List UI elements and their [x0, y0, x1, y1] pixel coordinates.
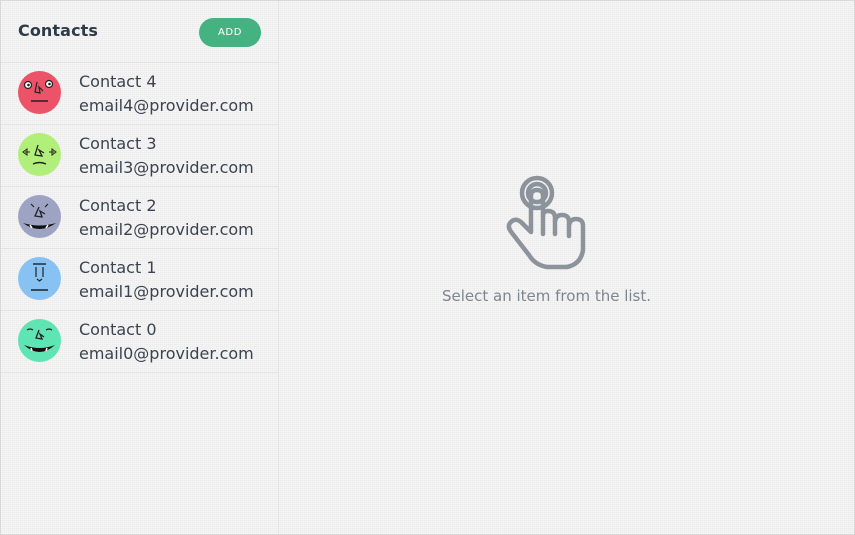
avatar	[18, 133, 61, 176]
contact-name: Contact 0	[79, 320, 157, 339]
sidebar-header: Contacts ADD	[1, 1, 278, 63]
contact-list-item[interactable]: Contact 1 email1@provider.com	[1, 249, 278, 311]
contact-list-item[interactable]: Contact 2 email2@provider.com	[1, 187, 278, 249]
contact-name: Contact 3	[79, 134, 157, 153]
avatar	[18, 195, 61, 238]
contact-list: Contact 4 email4@provider.com Contact 3 …	[1, 63, 278, 373]
contact-name: Contact 4	[79, 72, 157, 91]
contact-list-item[interactable]: Contact 0 email0@provider.com	[1, 311, 278, 373]
avatar	[18, 71, 61, 114]
contact-name: Contact 2	[79, 196, 157, 215]
contact-list-item[interactable]: Contact 3 email3@provider.com	[1, 125, 278, 187]
avatar	[18, 257, 61, 300]
contact-email: email4@provider.com	[79, 96, 254, 115]
empty-state-message: Select an item from the list.	[441, 287, 652, 305]
add-contact-button[interactable]: ADD	[199, 18, 261, 47]
detail-pane: Select an item from the list.	[279, 1, 854, 534]
contact-email: email0@provider.com	[79, 344, 254, 363]
contact-list-item[interactable]: Contact 4 email4@provider.com	[1, 63, 278, 125]
pointing-hand-icon	[503, 174, 587, 274]
contact-email: email1@provider.com	[79, 282, 254, 301]
contact-email: email3@provider.com	[79, 158, 254, 177]
sidebar-title: Contacts	[18, 21, 99, 40]
app-window: Contacts ADD Contact 4 email4@provider.c…	[0, 0, 855, 535]
contact-name: Contact 1	[79, 258, 157, 277]
contacts-sidebar: Contacts ADD Contact 4 email4@provider.c…	[1, 1, 279, 534]
contact-email: email2@provider.com	[79, 220, 254, 239]
avatar	[18, 319, 61, 362]
